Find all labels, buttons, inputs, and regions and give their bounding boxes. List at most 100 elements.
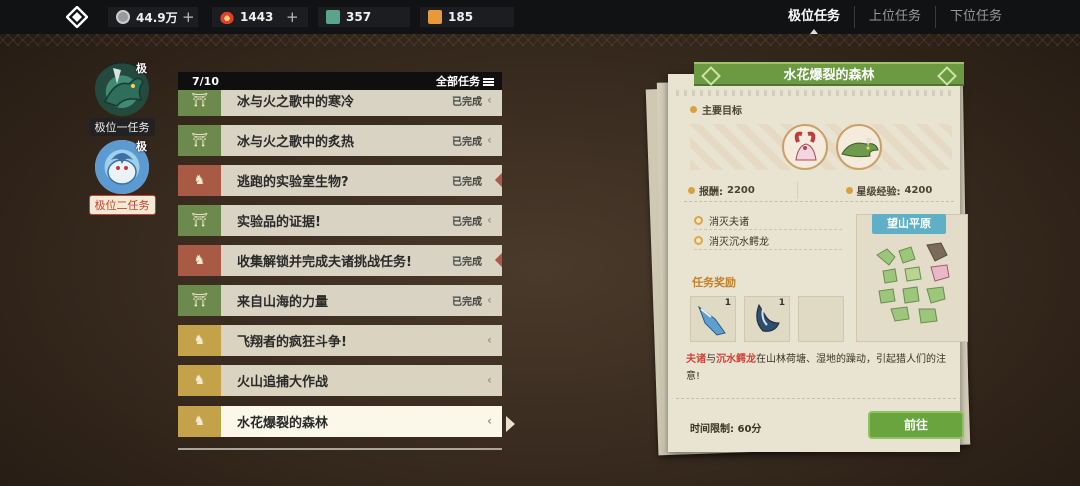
- monster-name-1: 夫诸: [686, 354, 706, 365]
- map-name-label: 望山平原: [872, 214, 946, 234]
- wolf-icon: ♞: [193, 252, 206, 268]
- resource-coin-value: 44.9万: [136, 10, 178, 25]
- resource-scroll: 185: [420, 7, 514, 27]
- resource-ticket: 357: [318, 7, 410, 27]
- quest-item-selected[interactable]: ♞ 水花爆裂的森林 ‹: [178, 406, 502, 437]
- gate-icon: ⛩: [191, 292, 208, 308]
- deer-monster-icon: [794, 131, 817, 161]
- go-button[interactable]: 前往: [868, 411, 964, 439]
- list-scroll-track: [178, 448, 502, 450]
- quest-item[interactable]: ♞ 飞翔者的疯狂斗争! ‹: [178, 325, 502, 356]
- quest-progress: 7/10: [192, 74, 219, 88]
- rank-2-label: 极位二任务: [88, 195, 156, 215]
- quest-status: 已完成: [452, 177, 482, 188]
- quest-item[interactable]: ♞ 收集解锁并完成夫诸挑战任务! 已完成: [178, 245, 502, 276]
- reward-slot-2[interactable]: 1: [744, 296, 790, 342]
- quest-name: 冰与火之歌中的炙热: [237, 135, 355, 150]
- desc-join: 与: [706, 354, 716, 365]
- menu-icon: [483, 78, 494, 86]
- gate-icon: ⛩: [191, 92, 208, 108]
- reward-slot-1[interactable]: 1: [690, 296, 736, 342]
- objective-bullet-icon: [694, 216, 703, 225]
- chevron-icon: ‹: [487, 414, 492, 428]
- chevron-icon: ‹: [487, 293, 492, 307]
- filter-label: 全部任务: [436, 75, 480, 88]
- bullet-icon: [690, 106, 697, 113]
- quest-name: 逃跑的实验室生物?: [237, 175, 349, 190]
- quest-item[interactable]: ⛩ 冰与火之歌中的寒冷 已完成 ‹: [178, 90, 502, 116]
- quest-description: 夫诸与沉水鳄龙在山林荷塘、湿地的躁动，引起猎人们的注意!: [686, 351, 958, 385]
- objective-bullet-icon: [694, 236, 703, 245]
- exp-label: 星级经验:: [856, 186, 901, 198]
- quest-status: 已完成: [452, 297, 482, 308]
- tab-lower-quests[interactable]: 下位任务: [934, 6, 1016, 28]
- tab-extreme-quests[interactable]: 极位任务: [774, 6, 854, 34]
- decorative-border: [676, 90, 956, 96]
- diamond-ornament: [494, 252, 502, 268]
- quest-list[interactable]: ⛩ 冰与火之歌中的寒冷 已完成 ‹ ⛩ 冰与火之歌中的炙热 已完成 ‹ ♞ 逃跑的实验室…: [178, 90, 502, 450]
- divider: [676, 398, 956, 399]
- gate-icon: ⛩: [191, 212, 208, 228]
- time-limit: 时间限制: 60分: [690, 424, 762, 435]
- reward-slot-empty: [798, 296, 844, 342]
- flame-icon: [220, 10, 234, 24]
- filter-all-quests[interactable]: 全部任务: [436, 73, 494, 89]
- quest-name: 来自山海的力量: [237, 295, 329, 310]
- quest-item[interactable]: ⛩ 冰与火之歌中的炙热 已完成 ‹: [178, 125, 502, 156]
- quest-name: 飞翔者的疯狂斗争!: [237, 335, 347, 350]
- objective-item: 消灭沉水鳄龙: [694, 232, 842, 250]
- selected-arrow-icon: [506, 416, 515, 432]
- wolf-icon: ♞: [193, 372, 206, 388]
- back-logo-icon[interactable]: [66, 6, 88, 28]
- task-reward-label: 任务奖励: [692, 276, 736, 289]
- reward-label: 报酬:: [699, 186, 723, 198]
- bullet-icon: [688, 186, 695, 194]
- add-coin-button[interactable]: +: [182, 8, 195, 26]
- ticket-icon: [326, 10, 340, 24]
- monster-name-2: 沉水鳄龙: [716, 354, 756, 365]
- rank-2-portrait: 极: [95, 140, 149, 194]
- chevron-icon: ‹: [487, 373, 492, 387]
- reward-count: 1: [778, 298, 785, 308]
- tab-upper-quests[interactable]: 上位任务: [853, 6, 935, 28]
- rank-2-badge: 极: [136, 140, 147, 153]
- reward-count: 1: [724, 298, 731, 308]
- resource-ticket-value: 357: [346, 10, 372, 24]
- quest-item[interactable]: ♞ 火山追捕大作战 ‹: [178, 365, 502, 396]
- main-target-heading: 主要目标: [690, 102, 742, 117]
- quest-item[interactable]: ♞ 逃跑的实验室生物? 已完成: [178, 165, 502, 196]
- rank-extreme-2[interactable]: 极 极位二任务: [88, 140, 156, 215]
- rank-tabs: 极位任务 上位任务 下位任务: [774, 4, 1016, 34]
- rank-extreme-1[interactable]: 极 极位一任务: [88, 62, 156, 136]
- bullet-icon: [845, 186, 853, 194]
- quest-item[interactable]: ⛩ 实验品的证据! 已完成 ‹: [178, 205, 502, 236]
- target-monster-1[interactable]: [782, 124, 828, 170]
- add-flame-button[interactable]: +: [286, 8, 299, 26]
- quest-name: 收集解锁并完成夫诸挑战任务!: [237, 255, 412, 270]
- wolf-icon: ♞: [193, 172, 206, 188]
- chevron-icon: ‹: [487, 133, 492, 147]
- resource-flame: 1443 +: [212, 7, 308, 27]
- quest-name: 实验品的证据!: [237, 215, 321, 230]
- divider: [684, 201, 954, 202]
- chevron-icon: ‹: [487, 213, 492, 227]
- quest-detail-title: 水花爆裂的森林: [694, 62, 964, 86]
- gate-icon: ⛩: [191, 132, 208, 148]
- reward-value: 2200: [727, 184, 755, 196]
- objective-text: 消灭夫诸: [709, 217, 749, 228]
- resource-coin: 44.9万 +: [108, 7, 198, 27]
- objective-text: 消灭沉水鳄龙: [709, 237, 769, 248]
- quest-status: 已完成: [452, 217, 482, 228]
- quest-status: 已完成: [452, 97, 482, 108]
- quest-list-header: 7/10 全部任务: [178, 72, 502, 90]
- rank-1-label: 极位一任务: [89, 118, 155, 136]
- resource-scroll-value: 185: [448, 10, 474, 24]
- target-monster-2[interactable]: [836, 124, 882, 170]
- quest-name: 水花爆裂的森林: [237, 416, 329, 431]
- main-target-label: 主要目标: [702, 106, 742, 117]
- wolf-icon: ♞: [193, 413, 206, 429]
- resource-flame-value: 1443: [240, 10, 274, 24]
- rank-1-portrait: 极: [95, 62, 149, 116]
- diamond-ornament: [494, 172, 502, 188]
- quest-item[interactable]: ⛩ 来自山海的力量 已完成 ‹: [178, 285, 502, 316]
